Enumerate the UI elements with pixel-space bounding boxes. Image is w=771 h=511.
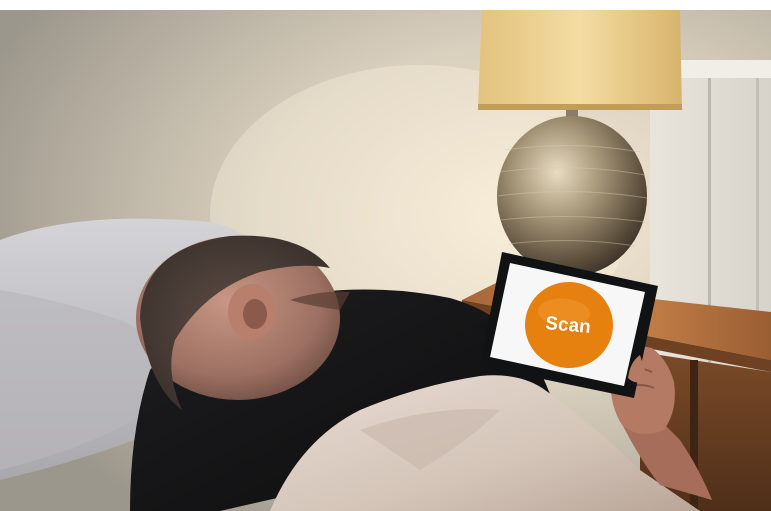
- bedroom-photo: Scan: [0, 0, 771, 511]
- bedroom-scene: [0, 0, 771, 511]
